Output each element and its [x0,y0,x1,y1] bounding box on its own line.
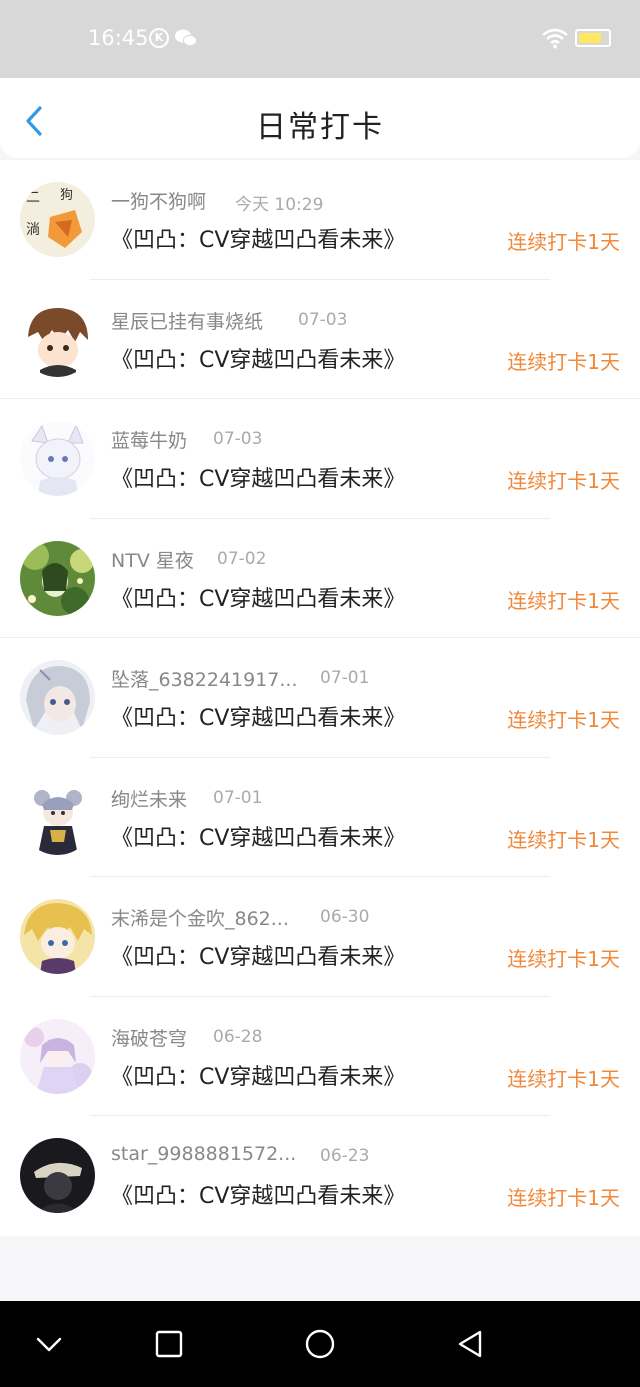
checkin-list: 二 狗 淌 一狗不狗啊 今天 10:29 《凹凸：CV穿越凹凸看未来》 连续打卡… [0,160,640,1236]
system-nav-bar [0,1301,640,1387]
list-item[interactable]: 末浠是个金吹_862... 06-30 《凹凸：CV穿越凹凸看未来》 连续打卡1… [0,877,640,997]
username: 坠落_6382241917... [111,669,298,691]
username: 一狗不狗啊 [111,191,207,213]
chevron-down-icon[interactable] [32,1327,66,1361]
streak-label: 连续打卡1天 [507,349,620,374]
checkin-date: 07-02 [217,548,267,569]
avatar[interactable] [20,1018,95,1094]
book-title: 《凹凸：CV穿越凹凸看未来》 [111,228,406,253]
username: 星辰已挂有事烧纸 [111,310,264,333]
avatar[interactable] [20,899,95,974]
streak-label: 连续打卡1天 [507,230,620,254]
username: NTV 星夜 [111,549,194,572]
square-icon[interactable] [152,1327,186,1361]
page-title: 日常打卡 [256,110,384,145]
circle-icon[interactable] [303,1327,337,1361]
avatar[interactable] [20,301,95,377]
streak-label: 连续打卡1天 [507,708,620,732]
book-title: 《凹凸：CV穿越凹凸看未来》 [111,586,406,612]
avatar[interactable] [20,421,95,496]
list-item[interactable]: 坠落_6382241917... 07-01 《凹凸：CV穿越凹凸看未来》 连续… [0,638,640,758]
svg-text:狗: 狗 [60,188,73,203]
status-time: 16:45 [88,26,149,50]
checkin-date: 今天 10:29 [235,195,324,215]
list-item[interactable]: NTV 星夜 07-02 《凹凸：CV穿越凹凸看未来》 连续打卡1天 [0,519,640,638]
checkin-date: 06-30 [320,907,370,927]
wifi-icon [542,28,568,49]
wechat-icon [175,29,197,47]
avatar[interactable] [20,1138,95,1213]
k-icon: K [149,28,169,48]
checkin-date: 07-01 [320,668,370,688]
svg-text:淌: 淌 [26,222,40,238]
checkin-date: 07-03 [213,429,263,449]
streak-label: 连续打卡1天 [507,827,620,852]
streak-label: 连续打卡1天 [507,588,620,613]
username: 末浠是个金吹_862... [111,908,289,930]
streak-label: 连续打卡1天 [507,1066,620,1091]
header: 日常打卡 [0,78,640,158]
status-bar: 16:45 K [0,0,640,78]
username: star_9988881572... [111,1143,297,1165]
checkin-date: 06-28 [213,1026,263,1047]
list-item[interactable]: 海破苍穹 06-28 《凹凸：CV穿越凹凸看未来》 连续打卡1天 [0,997,640,1116]
book-title: 《凹凸：CV穿越凹凸看未来》 [111,467,406,492]
list-item[interactable]: 星辰已挂有事烧纸 07-03 《凹凸：CV穿越凹凸看未来》 连续打卡1天 [0,280,640,399]
book-title: 《凹凸：CV穿越凹凸看未来》 [111,347,406,373]
list-item[interactable]: 蓝莓牛奶 07-03 《凹凸：CV穿越凹凸看未来》 连续打卡1天 [0,399,640,519]
book-title: 《凹凸：CV穿越凹凸看未来》 [111,825,406,851]
streak-label: 连续打卡1天 [507,947,620,971]
list-item[interactable]: 二 狗 淌 一狗不狗啊 今天 10:29 《凹凸：CV穿越凹凸看未来》 连续打卡… [0,160,640,280]
list-item[interactable]: star_9988881572... 06-23 《凹凸：CV穿越凹凸看未来》 … [0,1116,640,1236]
avatar[interactable] [20,779,95,855]
username: 海破苍穹 [111,1027,188,1050]
streak-label: 连续打卡1天 [507,1186,620,1210]
list-item[interactable]: 绚烂未来 07-01 《凹凸：CV穿越凹凸看未来》 连续打卡1天 [0,758,640,877]
triangle-back-icon[interactable] [453,1327,487,1361]
streak-label: 连续打卡1天 [507,469,620,493]
book-title: 《凹凸：CV穿越凹凸看未来》 [111,945,406,970]
book-title: 《凹凸：CV穿越凹凸看未来》 [111,706,406,731]
svg-text:二: 二 [26,190,40,206]
book-title: 《凹凸：CV穿越凹凸看未来》 [111,1064,406,1090]
avatar[interactable] [20,540,95,616]
checkin-date: 06-23 [320,1146,370,1166]
username: 蓝莓牛奶 [111,430,188,452]
checkin-date: 07-01 [213,787,263,808]
battery-icon [575,29,611,47]
checkin-date: 07-03 [298,309,348,330]
book-title: 《凹凸：CV穿越凹凸看未来》 [111,1184,406,1209]
username: 绚烂未来 [111,788,188,811]
avatar[interactable] [20,660,95,735]
avatar[interactable]: 二 狗 淌 [20,182,95,257]
